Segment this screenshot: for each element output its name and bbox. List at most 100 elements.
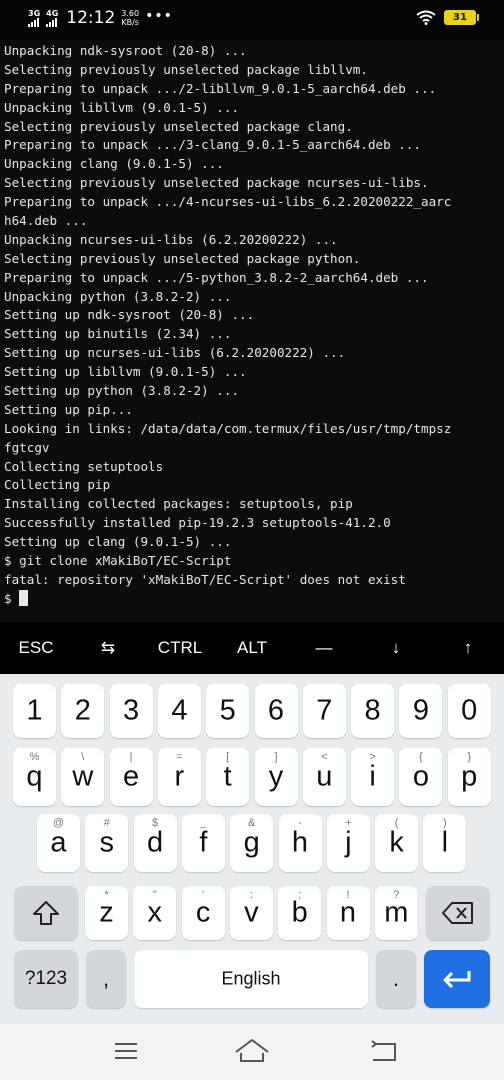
terminal-line: h64.deb ... [4, 213, 88, 229]
key-label: i [369, 760, 376, 793]
key-z[interactable]: * z [85, 886, 128, 940]
arrow-down-key[interactable]: ↓ [360, 622, 432, 674]
key-label: e [123, 760, 140, 793]
key-label: 0 [461, 694, 478, 727]
terminal-line: fatal: repository 'xMakiBoT/EC-Script' d… [4, 571, 406, 587]
terminal-line: Selecting previously unselected package … [4, 175, 429, 191]
alt-key[interactable]: ALT [216, 622, 288, 674]
key-5[interactable]: 5 [206, 684, 250, 738]
key-l[interactable]: ) l [423, 814, 467, 872]
enter-icon [443, 971, 471, 989]
soft-keyboard: ?123 , English . 1 2 3 4 5 6 7 8 9 0 % q \ w | e = r[t] y <… [0, 674, 504, 1024]
terminal-line: Preparing to unpack .../2-libllvm_9.0.1-… [4, 80, 437, 96]
key-8[interactable]: 8 [351, 684, 395, 738]
shift-key[interactable] [14, 886, 78, 940]
key-1[interactable]: 1 [13, 684, 56, 738]
key-label: h [291, 826, 309, 859]
key-q[interactable]: % q [13, 748, 56, 806]
key-label: o [412, 760, 429, 793]
terminal-line: Setting up clang (9.0.1-5) ... [4, 534, 232, 550]
key-k[interactable]: (k [375, 814, 419, 872]
key-u[interactable]: < u [302, 748, 346, 806]
key-label: f [199, 826, 208, 859]
key-label: j [345, 826, 352, 859]
key-label: v [244, 896, 259, 929]
key-9[interactable]: 9 [399, 684, 443, 738]
status-bar: 3G 4G 12:12 3.60 KB/s ••• 31 [0, 0, 504, 40]
terminal-line: Collecting pip [4, 477, 111, 493]
key-c[interactable]: ' c [181, 886, 225, 940]
tab-key[interactable]: ⇆ [72, 622, 144, 674]
menu-icon[interactable] [106, 1036, 146, 1066]
key-j[interactable]: + j [326, 814, 370, 872]
terminal-line: Setting up pip... [4, 401, 133, 417]
network-speed: 3.60 KB/s [121, 9, 139, 27]
key-n[interactable]: ! n [326, 886, 370, 940]
home-icon[interactable] [232, 1036, 272, 1066]
key-label: m [384, 896, 409, 929]
clock: 12:12 [66, 8, 116, 28]
key-label: 9 [412, 694, 429, 727]
key-y[interactable]: ] y [254, 748, 298, 806]
key-3[interactable]: 3 [109, 684, 153, 738]
terminal-prompt-line[interactable]: $ [4, 589, 500, 609]
key-m[interactable]: ? m [374, 886, 418, 940]
key-2[interactable]: 2 [61, 684, 105, 738]
terminal-line: Unpacking clang (9.0.1-5) ... [4, 156, 224, 172]
key-w[interactable]: \ w [61, 748, 105, 806]
key-b[interactable]: ; b [278, 886, 322, 940]
key-label: b [291, 896, 308, 929]
terminal-line: Setting up ndk-sysroot (20-8) ... [4, 307, 255, 323]
key-p[interactable]: } p [447, 748, 491, 806]
ctrl-key[interactable]: CTRL [144, 622, 216, 674]
enter-key[interactable] [424, 950, 490, 1008]
key-label: w [72, 760, 94, 793]
symbols-key[interactable]: ?123 [14, 950, 78, 1008]
esc-key[interactable]: ESC [0, 622, 72, 674]
dash-key[interactable]: — [288, 622, 360, 674]
key-o[interactable]: {o [399, 748, 443, 806]
key-label: 6 [267, 694, 285, 727]
terminal-line: Collecting setuptools [4, 458, 164, 474]
terminal-line: $ git clone xMakiBoT/EC-Script [4, 553, 232, 569]
terminal-line: Unpacking python (3.8.2-2) ... [4, 288, 232, 304]
key-x[interactable]: " x [133, 886, 177, 940]
key-a[interactable]: @ a [37, 814, 80, 872]
key-e[interactable]: | e [109, 748, 153, 806]
key-s[interactable]: # s [85, 814, 129, 872]
symbols-key-label: ?123 [24, 968, 68, 989]
signal-bars-icon [28, 17, 39, 27]
key-label: s [99, 826, 115, 859]
key-i[interactable]: > i [351, 748, 395, 806]
key-t[interactable]: [t [206, 748, 250, 806]
key-label: q [26, 760, 43, 793]
space-key[interactable]: English [134, 950, 368, 1008]
back-icon[interactable] [364, 1036, 404, 1066]
terminal-output[interactable]: Unpacking ndk-sysroot (20-8) ... Selectin… [0, 40, 504, 620]
terminal-line: Unpacking ndk-sysroot (20-8) ... [4, 43, 247, 58]
key-label: 1 [26, 694, 43, 727]
terminal-line: Unpacking ncurses-ui-libs (6.2.20200222)… [4, 231, 338, 247]
backspace-key[interactable] [426, 886, 490, 940]
comma-key[interactable]: , [86, 950, 126, 1008]
key-d[interactable]: $ d [133, 814, 177, 872]
comma-key-label: , [102, 966, 110, 991]
period-key[interactable]: . [376, 950, 416, 1008]
arrow-up-key[interactable]: ↑ [432, 622, 504, 674]
key-0[interactable]: 0 [447, 684, 491, 738]
key-7[interactable]: 7 [302, 684, 346, 738]
key-v[interactable]: :v [229, 886, 273, 940]
key-4[interactable]: 4 [157, 684, 201, 738]
key-6[interactable]: 6 [254, 684, 298, 738]
key-label: g [243, 826, 260, 859]
key-f[interactable]: _ f [181, 814, 225, 872]
signal-bars-icon [46, 17, 58, 27]
key-label: 8 [364, 694, 381, 727]
signal-4g: 4G [46, 9, 58, 27]
signal-3g: 3G [28, 9, 40, 27]
key-h[interactable]: -h [278, 814, 322, 872]
key-g[interactable]: & g [230, 814, 274, 872]
key-label: y [268, 760, 284, 793]
status-left: 3G 4G 12:12 3.60 KB/s ••• [28, 8, 173, 28]
key-r[interactable]: = r [157, 748, 201, 806]
